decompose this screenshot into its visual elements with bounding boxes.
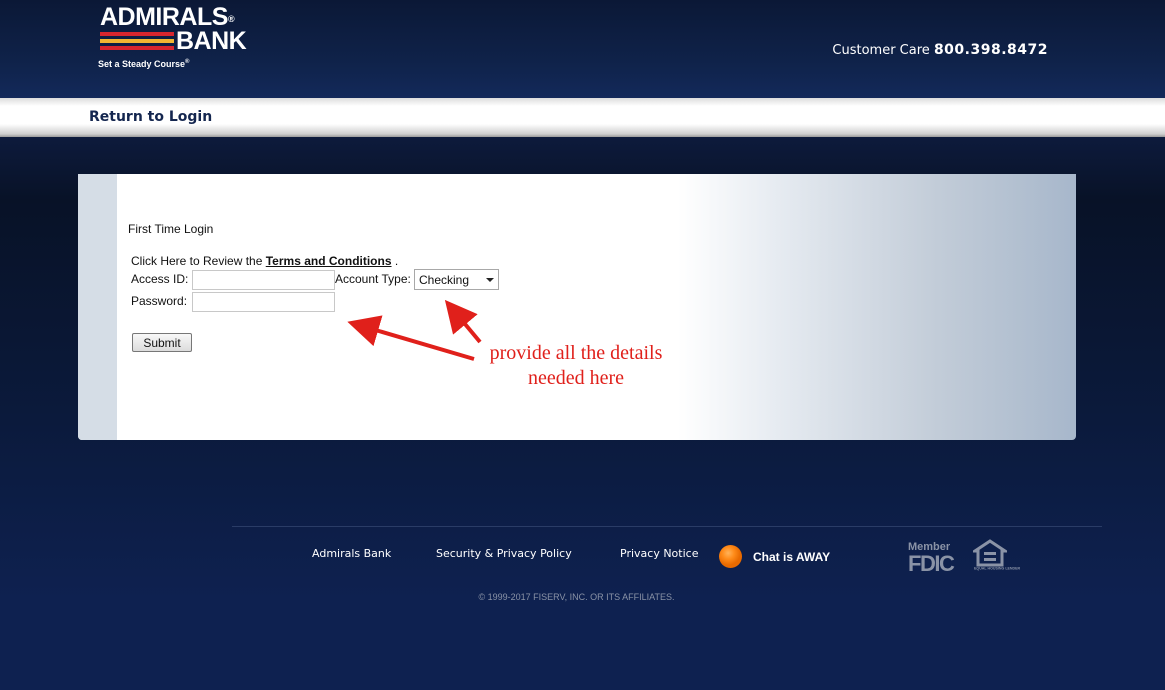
page-title: First Time Login [128, 222, 214, 236]
logo-yellow-stripe [100, 39, 174, 43]
logo-red-stripe [100, 32, 174, 36]
account-type-value: Checking [419, 273, 470, 287]
fdic-text: FDIC [908, 551, 955, 576]
logo-red-stripe-lower [100, 46, 174, 50]
chat-status-text: Chat is AWAY [753, 550, 831, 564]
chevron-down-icon [486, 278, 494, 282]
customer-care-phone: 800.398.8472 [933, 42, 1048, 58]
password-label: Password: [131, 294, 188, 308]
annotation-line-2: needed here [527, 367, 625, 389]
logo-tagline: Set a Steady Course® [98, 59, 190, 69]
footer-link-admirals-bank[interactable]: Admirals Bank [312, 547, 391, 560]
customer-care-label: Customer Care [832, 43, 930, 58]
submit-button[interactable]: Submit [132, 333, 192, 352]
access-id-label: Access ID: [131, 272, 189, 286]
terms-prefix: Click Here to Review the [131, 254, 263, 268]
annotation-arrow-to-account-type [444, 299, 482, 344]
footer-link-privacy-notice[interactable]: Privacy Notice [620, 547, 698, 560]
chat-orange-dot-icon [719, 545, 742, 568]
copyright-text: © 1999-2017 FISERV, INC. OR ITS AFFILIAT… [478, 592, 675, 602]
site-header: ADMIRALS® BANK Set a Steady Course® Cust… [0, 0, 1165, 98]
access-id-input[interactable] [192, 270, 335, 290]
customer-care: Customer Care 800.398.8472 [832, 42, 1048, 58]
password-input[interactable] [192, 292, 335, 312]
terms-and-conditions-link[interactable]: Terms and Conditions [266, 254, 392, 268]
return-to-login-link[interactable]: Return to Login [89, 109, 212, 125]
house-icon [970, 539, 1010, 567]
annotation-line-1: provide all the details [489, 342, 663, 364]
account-type-select[interactable]: Checking [414, 269, 499, 290]
terms-line: Click Here to Review the Terms and Condi… [131, 254, 398, 268]
fdic-logo: Member FDIC [908, 541, 964, 577]
first-time-login-panel: First Time Login Click Here to Review th… [78, 174, 1076, 440]
footer-link-security-privacy[interactable]: Security & Privacy Policy [436, 547, 572, 560]
annotation-arrow-to-password [347, 315, 475, 361]
account-type-label: Account Type: [335, 272, 411, 286]
logo-text-bank: BANK [176, 27, 247, 55]
terms-suffix: . [394, 254, 399, 268]
panel-side-bar [78, 174, 117, 440]
annotation-text: provide all the details needed here [476, 341, 676, 391]
equal-housing-lender-text: EQUAL HOUSING LENDER [974, 567, 1021, 571]
equal-housing-lender-logo: EQUAL HOUSING LENDER [970, 539, 1020, 577]
logo-registered-mark: ® [227, 14, 235, 24]
nav-bar: Return to Login [0, 98, 1165, 137]
admirals-bank-logo[interactable]: ADMIRALS® BANK Set a Steady Course® [98, 4, 288, 74]
footer-divider [232, 526, 1102, 527]
